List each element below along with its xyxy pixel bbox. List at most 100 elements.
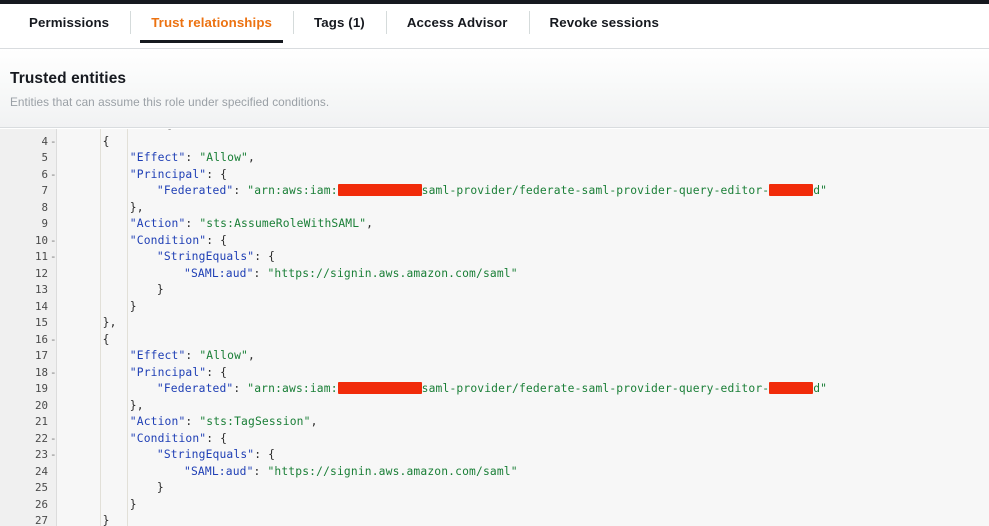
json-punctuation: , [248, 151, 255, 164]
tab-access-advisor[interactable]: Access Advisor [385, 4, 529, 41]
code-fold-toggle-icon[interactable]: - [50, 447, 58, 464]
code-line[interactable]: 26} [0, 497, 989, 514]
json-punctuation: : { [254, 250, 276, 263]
json-punctuation: , [248, 349, 255, 362]
code-line[interactable]: 13} [0, 282, 989, 299]
json-key: "Condition" [129, 431, 207, 445]
code-line-text: }, [130, 200, 144, 217]
code-line[interactable]: 21 "Action": "sts:TagSession", [0, 414, 989, 431]
json-punctuation: : [253, 464, 268, 478]
code-line-text: "Action": "sts:TagSession", [130, 414, 318, 431]
code-line-text: "Condition": { [130, 431, 227, 448]
json-string-value: saml-provider/federate-saml-provider-que… [421, 184, 770, 197]
json-punctuation: : [253, 266, 268, 280]
line-number: 9 [41, 217, 48, 230]
tab-permissions[interactable]: Permissions [8, 4, 130, 41]
code-line[interactable]: 25} [0, 480, 989, 497]
line-number: 12 [34, 266, 48, 280]
tab-revoke-sessions[interactable]: Revoke sessions [528, 4, 680, 41]
code-line-text: "SAML:aud": "https://signin.aws.amazon.c… [184, 464, 518, 481]
code-fold-toggle-icon[interactable]: - [50, 249, 58, 266]
json-punctuation: : [ [152, 129, 173, 131]
redacted-account-id [769, 184, 814, 196]
json-key: "Federated" [156, 382, 234, 395]
json-key: "Effect" [129, 349, 186, 362]
redacted-account-id [769, 382, 814, 394]
line-number: 26 [34, 497, 48, 511]
line-number: 27 [34, 514, 48, 526]
code-line-text: "Federated": "arn:aws:iam: saml-provider/… [157, 183, 827, 200]
code-fold-toggle-icon[interactable]: - [50, 134, 58, 151]
line-number: 18 [34, 365, 48, 379]
code-line[interactable]: 10- "Condition": { [0, 233, 989, 250]
code-line-text: "Condition": { [130, 233, 227, 250]
code-line-text: "Action": "sts:AssumeRoleWithSAML", [130, 216, 373, 233]
line-number: 4 [41, 134, 48, 148]
code-fold-toggle-icon[interactable]: - [50, 431, 58, 448]
line-number: 7 [41, 184, 48, 197]
json-punctuation: : [185, 415, 200, 428]
json-key: "Effect" [129, 151, 186, 164]
code-line[interactable]: 17 "Effect": "Allow", [0, 348, 989, 365]
line-number: 8 [41, 200, 48, 214]
code-line[interactable]: 15}, [0, 315, 989, 332]
code-line[interactable]: 11- "StringEquals": { [0, 249, 989, 266]
code-line[interactable]: 5 "Effect": "Allow", [0, 150, 989, 167]
json-key: "SAML:aud" [184, 464, 254, 478]
code-line[interactable]: 20}, [0, 398, 989, 415]
code-line[interactable]: 9 "Action": "sts:AssumeRoleWithSAML", [0, 216, 989, 233]
line-number: 19 [34, 382, 48, 395]
tab-tags-1[interactable]: Tags (1) [293, 4, 386, 41]
code-line-text: { [103, 332, 110, 349]
code-line[interactable]: 19 "Federated": "arn:aws:iam: saml-provide… [0, 381, 989, 398]
code-fold-toggle-icon[interactable]: - [50, 332, 58, 349]
json-string-value: "sts:AssumeRoleWithSAML" [199, 217, 367, 230]
line-number: 11 [34, 250, 48, 263]
json-string-value: d" [813, 382, 828, 395]
json-punctuation: : [185, 349, 200, 362]
json-string-value: "https://signin.aws.amazon.com/saml" [267, 464, 518, 478]
code-line[interactable]: 4- { [0, 134, 989, 151]
code-line-text: "Principal": { [130, 167, 227, 184]
json-string-value: saml-provider/federate-saml-provider-que… [421, 382, 770, 395]
json-punctuation: } [102, 514, 110, 526]
line-number: 20 [34, 398, 48, 412]
json-key: "Principal" [129, 365, 207, 379]
json-punctuation: : { [206, 431, 228, 445]
line-number: 25 [34, 481, 48, 494]
code-lines[interactable]: 3-"Statement": [4-{5"Effect": "Allow",6-… [0, 129, 989, 526]
redacted-account-id [337, 382, 422, 394]
code-line[interactable]: 18- "Principal": { [0, 365, 989, 382]
code-line[interactable]: 12 "SAML:aud": "https://signin.aws.amazon… [0, 266, 989, 283]
line-number: 16 [34, 332, 48, 346]
tab-trust-relationships[interactable]: Trust relationships [130, 4, 293, 43]
trusted-entities-header: Trusted entities Entities that can assum… [0, 49, 989, 128]
code-line[interactable]: 7 "Federated": "arn:aws:iam: saml-provider… [0, 183, 989, 200]
code-line[interactable]: 27} [0, 513, 989, 526]
role-detail-tabs: Permissions Trust relationships Tags (1) Ac… [0, 4, 989, 43]
line-number: 17 [34, 349, 48, 362]
json-punctuation: : [233, 382, 248, 395]
json-punctuation: : { [254, 448, 276, 461]
code-fold-toggle-icon[interactable]: - [50, 365, 58, 382]
code-line[interactable]: 16- { [0, 332, 989, 349]
json-string-value: "https://signin.aws.amazon.com/saml" [267, 266, 518, 280]
code-line[interactable]: 24 "SAML:aud": "https://signin.aws.amazon… [0, 464, 989, 481]
code-line[interactable]: 6- "Principal": { [0, 167, 989, 184]
line-number: 5 [41, 151, 48, 164]
line-number: 22 [34, 431, 48, 445]
code-line[interactable]: 8}, [0, 200, 989, 217]
trust-policy-code-editor[interactable]: 3-"Statement": [4-{5"Effect": "Allow",6-… [0, 129, 989, 526]
code-fold-toggle-icon[interactable]: - [50, 233, 58, 250]
code-line[interactable]: 22- "Condition": { [0, 431, 989, 448]
code-line[interactable]: 23- "StringEquals": { [0, 447, 989, 464]
code-line-text: } [103, 513, 110, 526]
code-line-text: }, [130, 398, 144, 415]
line-number: 14 [34, 299, 48, 313]
json-key: "Principal" [129, 167, 207, 181]
code-line[interactable]: 14} [0, 299, 989, 316]
json-key: "SAML:aud" [184, 266, 254, 280]
json-key: "Action" [129, 415, 186, 428]
json-punctuation: }, [129, 200, 144, 214]
code-fold-toggle-icon[interactable]: - [50, 167, 58, 184]
